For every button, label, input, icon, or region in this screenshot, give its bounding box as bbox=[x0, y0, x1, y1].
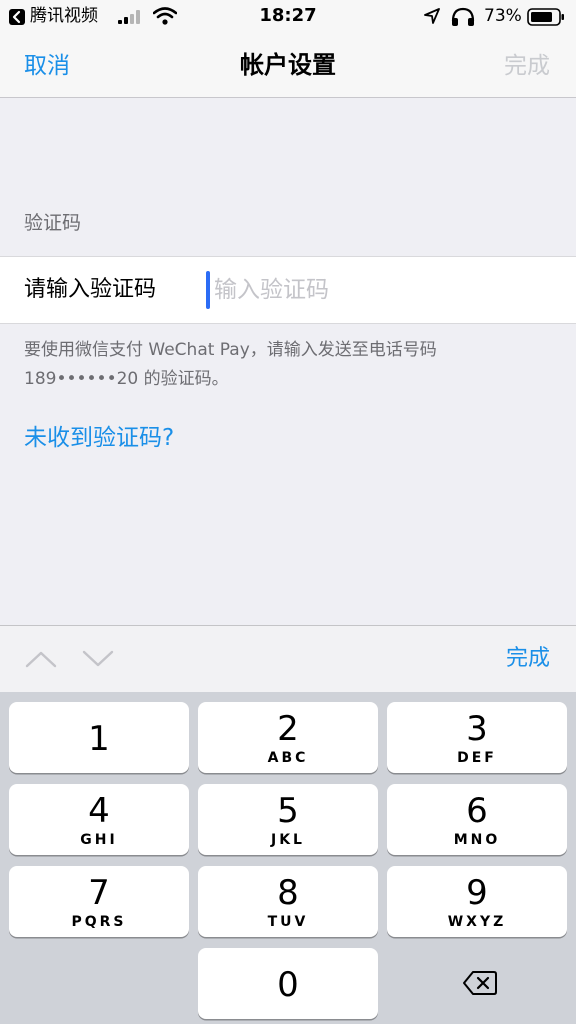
nav-bar: 取消 帐户设置 完成 bbox=[0, 34, 576, 98]
key-letters: JKL bbox=[271, 832, 305, 848]
key-digit: 6 bbox=[466, 791, 488, 831]
chevron-down-icon[interactable] bbox=[82, 650, 114, 672]
key-letters: WXYZ bbox=[447, 914, 507, 930]
done-button[interactable]: 完成 bbox=[504, 51, 550, 81]
key-letters: TUV bbox=[267, 914, 309, 930]
key-1[interactable]: 1 bbox=[9, 702, 189, 773]
key-letters: MNO bbox=[453, 832, 501, 848]
delete-key[interactable] bbox=[387, 948, 567, 1019]
status-bar: 腾讯视频 18:27 73% bbox=[0, 0, 576, 34]
key-digit: 3 bbox=[466, 709, 488, 749]
verification-code-input[interactable] bbox=[206, 270, 556, 310]
key-digit: 2 bbox=[277, 709, 299, 749]
key-5[interactable]: 5 JKL bbox=[198, 784, 378, 855]
key-letters: GHI bbox=[80, 832, 118, 848]
chevron-up-icon[interactable] bbox=[25, 650, 57, 672]
footer-line-1: 要使用微信支付 WeChat Pay，请输入发送至电话号码 bbox=[24, 340, 437, 360]
text-cursor bbox=[206, 271, 210, 309]
key-digit: 5 bbox=[277, 791, 299, 831]
footer-line-2: 189••••••20 的验证码。 bbox=[24, 369, 229, 389]
battery-percent: 73% bbox=[484, 6, 522, 26]
footer-hint: 要使用微信支付 WeChat Pay，请输入发送至电话号码 189••••••2… bbox=[24, 336, 554, 394]
page-title: 帐户设置 bbox=[240, 51, 336, 79]
verification-code-row: 请输入验证码 bbox=[0, 256, 576, 324]
key-digit: 0 bbox=[277, 965, 299, 1005]
backspace-icon bbox=[463, 971, 497, 995]
location-icon bbox=[424, 8, 440, 28]
keyboard-accessory-bar: 完成 bbox=[0, 625, 576, 692]
key-letters: DEF bbox=[457, 750, 497, 766]
key-7[interactable]: 7 PQRS bbox=[9, 866, 189, 937]
key-6[interactable]: 6 MNO bbox=[387, 784, 567, 855]
key-digit: 4 bbox=[88, 791, 110, 831]
section-header: 验证码 bbox=[24, 212, 82, 234]
key-8[interactable]: 8 TUV bbox=[198, 866, 378, 937]
key-4[interactable]: 4 GHI bbox=[9, 784, 189, 855]
headphone-icon bbox=[450, 7, 476, 31]
numeric-keypad: 1 2 ABC 3 DEF 4 GHI 5 JKL 6 MNO 7 PQRS 8… bbox=[0, 692, 576, 1024]
key-digit: 7 bbox=[88, 873, 110, 913]
key-digit: 8 bbox=[277, 873, 299, 913]
key-2[interactable]: 2 ABC bbox=[198, 702, 378, 773]
field-label: 请输入验证码 bbox=[24, 277, 157, 302]
key-0[interactable]: 0 bbox=[198, 948, 378, 1019]
key-3[interactable]: 3 DEF bbox=[387, 702, 567, 773]
resend-code-link[interactable]: 未收到验证码? bbox=[24, 422, 174, 454]
key-letters: ABC bbox=[267, 750, 309, 766]
key-9[interactable]: 9 WXYZ bbox=[387, 866, 567, 937]
key-digit: 9 bbox=[466, 873, 488, 913]
battery-icon bbox=[527, 8, 565, 30]
keyboard-done-button[interactable]: 完成 bbox=[506, 645, 550, 673]
key-letters: PQRS bbox=[71, 914, 127, 930]
key-digit: 1 bbox=[88, 719, 110, 759]
